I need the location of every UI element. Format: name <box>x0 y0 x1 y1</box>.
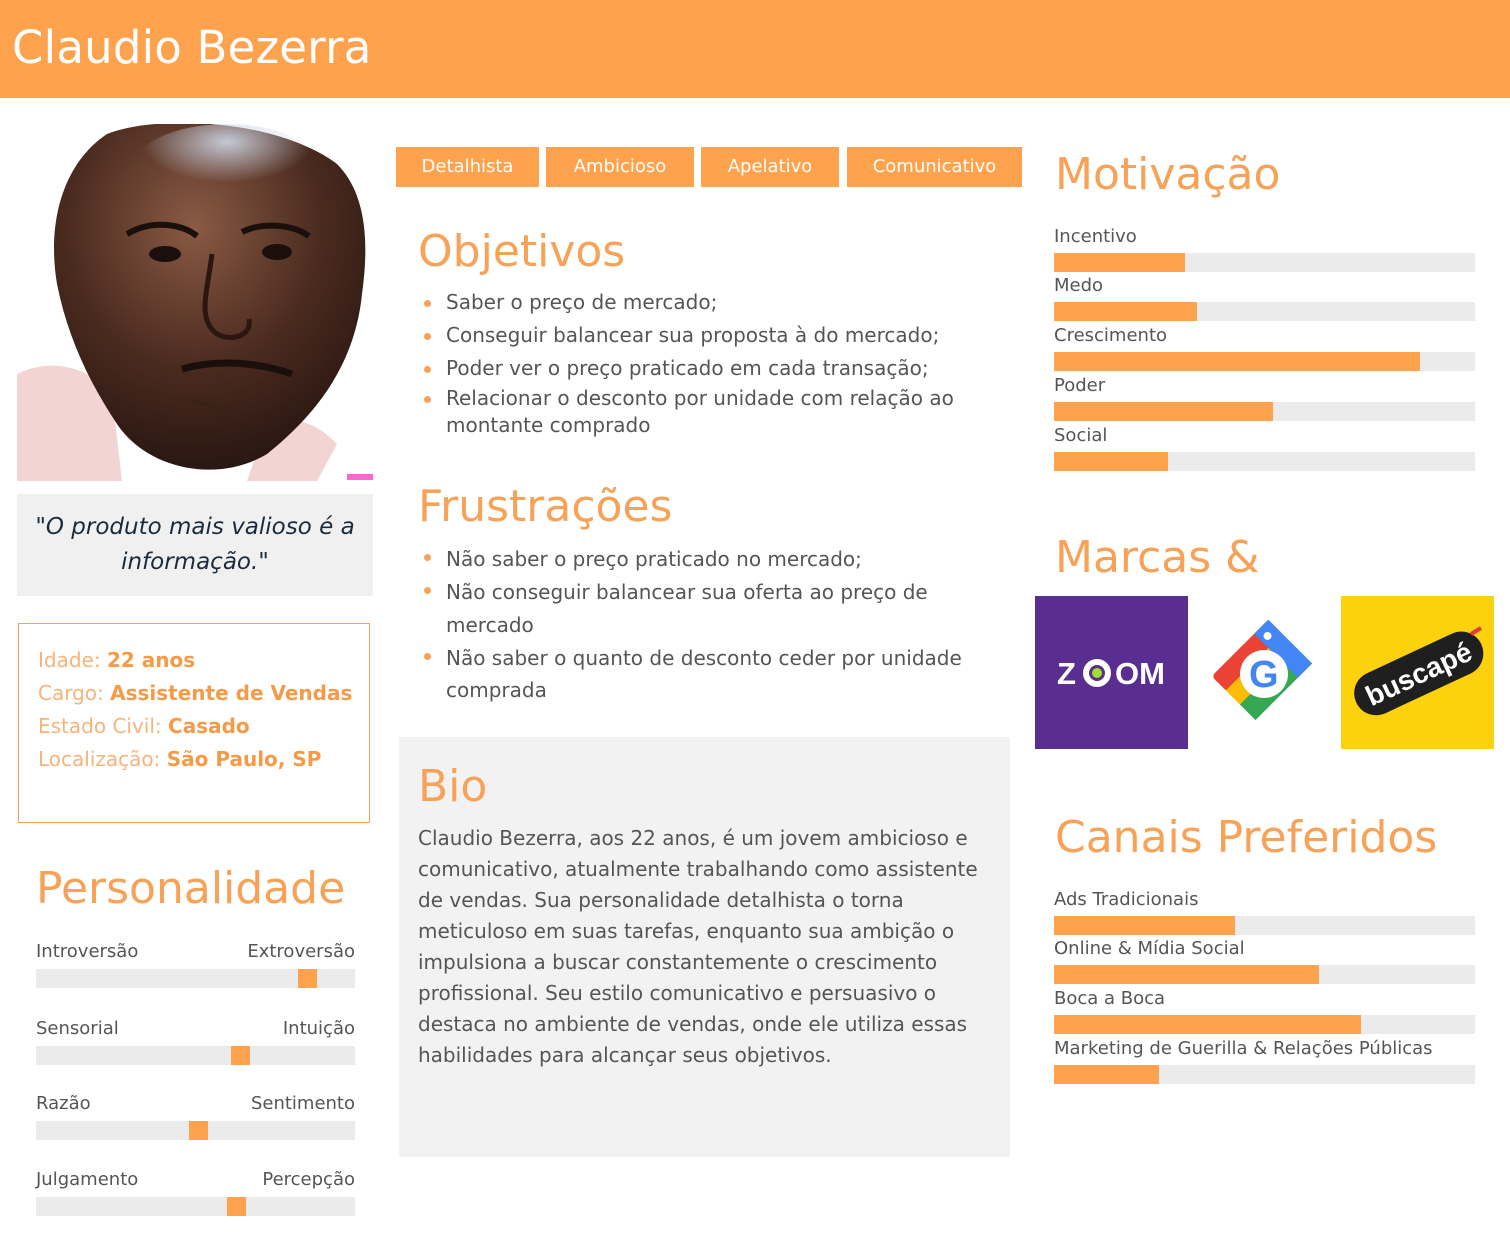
trait-left-label: Introversão <box>36 941 139 962</box>
trait-track <box>36 1197 355 1216</box>
info-row-role: Cargo: Assistente de Vendas <box>38 681 353 705</box>
bar-label: Social <box>1054 425 1108 446</box>
bio-text: Claudio Bezerra, aos 22 anos, é um jovem… <box>418 826 978 1067</box>
zoom-logo-letters: OM <box>1115 656 1165 691</box>
trait-track <box>36 1121 355 1140</box>
bar-track <box>1054 352 1475 371</box>
objectives-title: Objetivos <box>418 226 626 277</box>
bar-track <box>1054 965 1475 984</box>
trait-marker <box>297 969 317 988</box>
trait-right-label: Extroversão <box>247 941 355 962</box>
persona-name: Claudio Bezerra <box>12 21 372 74</box>
trait-marker <box>230 1046 250 1065</box>
motivation-bar: Crescimento <box>1054 326 1475 371</box>
bar-fill <box>1054 253 1185 272</box>
google-shopping-icon: G <box>1213 619 1313 721</box>
bar-label: Medo <box>1054 275 1104 296</box>
frustrations-list: Não saber o preço praticado no mercado; … <box>424 543 984 706</box>
bar-track <box>1054 916 1475 935</box>
list-item: Conseguir balancear sua proposta à do me… <box>424 322 984 348</box>
persona-photo <box>17 124 373 481</box>
bar-fill <box>1054 352 1421 371</box>
trait-marker <box>227 1197 247 1216</box>
tag-ambicioso: Ambicioso <box>546 147 694 187</box>
bar-fill <box>1054 916 1236 935</box>
trait-row: Introversão Extroversão <box>36 941 355 988</box>
bar-label: Poder <box>1054 375 1106 396</box>
bar-label: Online & Mídia Social <box>1054 938 1245 959</box>
bar-track <box>1054 253 1475 272</box>
motivation-bar: Social <box>1054 426 1475 471</box>
header-bar: Claudio Bezerra <box>0 0 1510 98</box>
tag-detalhista: Detalhista <box>396 147 539 187</box>
bar-fill <box>1054 452 1168 471</box>
bio-title: Bio <box>418 761 488 812</box>
persona-info-box: Idade: 22 anos Cargo: Assistente de Vend… <box>18 623 370 823</box>
bar-fill <box>1054 1015 1362 1034</box>
bar-label: Boca a Boca <box>1054 988 1166 1009</box>
zoom-logo-icon: Z OM <box>1057 656 1165 691</box>
bar-track <box>1054 302 1475 321</box>
objectives-list: Saber o preço de mercado; Conseguir bala… <box>424 289 984 439</box>
bar-track <box>1054 452 1475 471</box>
trait-left-label: Sensorial <box>36 1018 119 1039</box>
trait-row: Sensorial Intuição <box>36 1018 355 1065</box>
bar-track <box>1054 402 1475 421</box>
trait-track <box>36 1046 355 1065</box>
channel-bar: Online & Mídia Social <box>1054 939 1475 984</box>
personality-title: Personalidade <box>36 863 346 914</box>
frustrations-title: Frustrações <box>418 481 673 532</box>
list-item: Saber o preço de mercado; <box>424 289 984 315</box>
info-row-marital-status: Estado Civil: Casado <box>38 714 250 738</box>
bar-label: Incentivo <box>1054 226 1137 247</box>
motivation-bar: Poder <box>1054 376 1475 421</box>
trait-right-label: Sentimento <box>250 1093 355 1114</box>
trait-track <box>36 969 355 988</box>
google-shopping-letter: G <box>1249 654 1279 696</box>
channels-title: Canais Preferidos <box>1055 812 1438 863</box>
list-item: Relacionar o desconto por unidade com re… <box>424 385 984 439</box>
trait-marker <box>189 1121 209 1140</box>
bar-fill <box>1054 402 1273 421</box>
tag-comunicativo: Comunicativo <box>847 147 1022 187</box>
persona-quote-box: "O produto mais valioso é a informação." <box>17 494 373 596</box>
zoom-logo-letter: Z <box>1057 656 1076 691</box>
motivation-bar: Incentivo <box>1054 227 1475 272</box>
trait-left-label: Julgamento <box>36 1169 139 1190</box>
channel-bar: Ads Tradicionais <box>1054 890 1475 935</box>
bar-fill <box>1054 965 1320 984</box>
bar-label: Crescimento <box>1054 325 1168 346</box>
bio-box: Bio Claudio Bezerra, aos 22 anos, é um j… <box>399 737 1010 1157</box>
bar-label: Ads Tradicionais <box>1054 889 1199 910</box>
tag-apelativo: Apelativo <box>701 147 839 187</box>
bar-fill <box>1054 1065 1160 1084</box>
buscape-logo: buscapé <box>1341 596 1494 749</box>
bar-track <box>1054 1015 1475 1034</box>
trait-left-label: Razão <box>36 1093 91 1114</box>
list-item: Não saber o preço praticado no mercado; <box>424 543 984 576</box>
bar-fill <box>1054 302 1198 321</box>
channel-bar: Boca a Boca <box>1054 989 1475 1034</box>
list-item: Não conseguir balancear sua oferta ao pr… <box>424 576 984 642</box>
channel-bar: Marketing de Guerilla & Relações Pública… <box>1054 1039 1475 1084</box>
persona-quote: "O produto mais valioso é a informação." <box>35 514 355 575</box>
trait-row: Julgamento Percepção <box>36 1169 355 1216</box>
bar-label: Marketing de Guerilla & Relações Pública… <box>1054 1038 1433 1059</box>
list-item: Poder ver o preço praticado em cada tran… <box>424 355 984 381</box>
trait-right-label: Percepção <box>262 1169 355 1190</box>
trait-row: Razão Sentimento <box>36 1093 355 1140</box>
list-item: Não saber o quanto de desconto ceder por… <box>424 642 984 706</box>
buscape-logo-icon: buscapé <box>1354 626 1484 716</box>
brands-title: Marcas & <box>1055 532 1260 583</box>
bar-track <box>1054 1065 1475 1084</box>
trait-right-label: Intuição <box>282 1018 355 1039</box>
google-shopping-logo: G <box>1188 596 1341 749</box>
portrait-illustration <box>17 124 373 481</box>
motivation-bar: Medo <box>1054 276 1475 321</box>
info-row-location: Localização: São Paulo, SP <box>38 747 322 771</box>
motivation-title: Motivação <box>1055 149 1281 200</box>
zoom-logo: Z OM <box>1035 596 1188 749</box>
info-row-age: Idade: 22 anos <box>38 648 196 672</box>
